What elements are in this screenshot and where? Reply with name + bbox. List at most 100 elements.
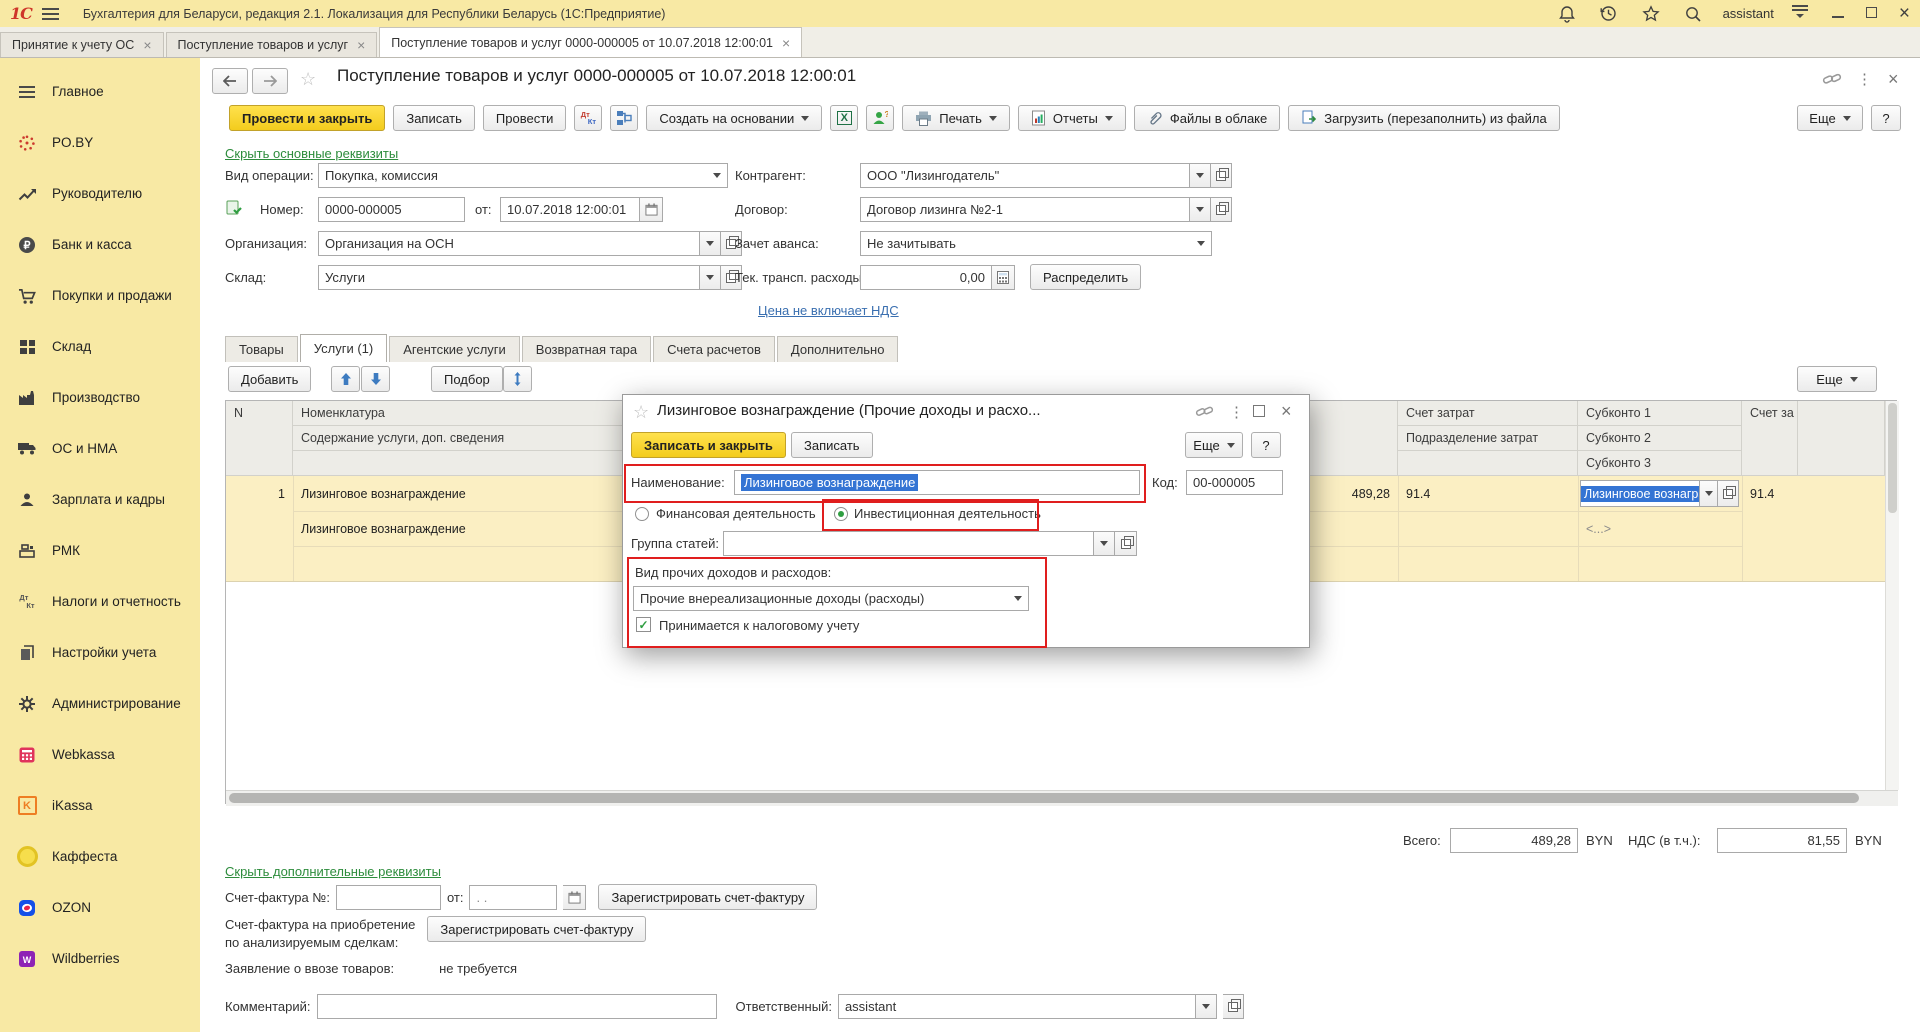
main-menu-icon[interactable] <box>42 8 59 20</box>
dialog-code-field[interactable]: 00-000005 <box>1186 470 1283 495</box>
help-button[interactable]: ? <box>1871 105 1901 131</box>
pick-button[interactable]: Подбор <box>431 366 503 392</box>
minimize-icon[interactable] <box>1832 6 1844 21</box>
date-field[interactable]: 10.07.2018 12:00:01 <box>500 197 640 222</box>
load-from-file-button[interactable]: Загрузить (перезаполнить) из файла <box>1288 105 1559 131</box>
calendar-icon[interactable] <box>640 197 663 222</box>
column-header-account-clipped[interactable]: Счет за <box>1742 401 1798 476</box>
search-icon[interactable] <box>1681 2 1705 26</box>
sidebar-item-kaffesta[interactable]: Каффеста <box>0 831 200 882</box>
column-header-subconto3[interactable]: Субконто 3 <box>1578 451 1742 476</box>
sidebar-item-administration[interactable]: Администрирование <box>0 678 200 729</box>
sidebar-item-wildberries[interactable]: W Wildberries <box>0 933 200 984</box>
dialog-maximize-icon[interactable] <box>1253 405 1265 420</box>
invoice-calendar-icon[interactable] <box>563 885 586 910</box>
column-header-cost-account[interactable]: Счет затрат <box>1398 401 1578 426</box>
sidebar-item-salary-hr[interactable]: Зарплата и кадры <box>0 474 200 525</box>
subconto1-open-icon[interactable] <box>1718 480 1739 507</box>
dialog-close-icon[interactable] <box>1281 402 1292 420</box>
cloud-files-button[interactable]: Файлы в облаке <box>1134 105 1280 131</box>
current-user[interactable]: assistant <box>1723 6 1774 21</box>
tab-goods-receipt-document[interactable]: Поступление товаров и услуг 0000-000005 … <box>379 27 802 57</box>
sidebar-item-production[interactable]: Производство <box>0 372 200 423</box>
tax-accounting-checkbox[interactable] <box>636 617 651 632</box>
cell-amount[interactable]: 489,28 <box>1309 476 1398 511</box>
contractor-field[interactable]: ООО "Лизингодатель" <box>860 163 1190 188</box>
excel-export-button[interactable]: X <box>830 105 858 131</box>
invoice-number-field[interactable] <box>336 885 441 910</box>
table-horizontal-scrollbar[interactable] <box>226 790 1898 806</box>
sidebar-item-accounting-settings[interactable]: Настройки учета <box>0 627 200 678</box>
operation-combo[interactable]: Покупка, комиссия <box>318 163 728 188</box>
hide-additional-requisites-link[interactable]: Скрыть дополнительные реквизиты <box>225 864 441 879</box>
favorite-star-icon[interactable] <box>300 69 316 90</box>
responsible-field[interactable]: assistant <box>838 994 1196 1019</box>
close-tab-icon[interactable] <box>357 37 365 53</box>
dialog-save-button[interactable]: Записать <box>791 432 873 458</box>
financial-activity-radio[interactable] <box>635 507 649 521</box>
advance-offset-combo[interactable]: Не зачитывать <box>860 231 1212 256</box>
price-no-vat-link[interactable]: Цена не включает НДС <box>758 303 899 318</box>
save-button[interactable]: Записать <box>393 105 475 131</box>
table-more-button[interactable]: Еще <box>1797 366 1877 392</box>
cell-account-clipped[interactable]: 91.4 <box>1742 476 1798 511</box>
cell-row-number[interactable]: 1 <box>226 476 293 511</box>
distribute-button[interactable]: Распределить <box>1030 264 1141 290</box>
item-group-open-icon[interactable] <box>1115 531 1137 556</box>
item-group-field[interactable] <box>723 531 1094 556</box>
tab-returnable-packaging[interactable]: Возвратная тара <box>522 336 651 362</box>
sidebar-item-taxes[interactable]: ДтКт Налоги и отчетность <box>0 576 200 627</box>
column-header-cost-division[interactable]: Подразделение затрат <box>1398 426 1578 451</box>
responsible-open-icon[interactable] <box>1223 994 1244 1019</box>
calculator-icon[interactable] <box>992 265 1015 290</box>
expand-rows-button[interactable] <box>503 366 532 392</box>
register-analyzed-invoice-button[interactable]: Зарегистрировать счет-фактуру <box>427 916 646 942</box>
favorites-star-icon[interactable] <box>1639 2 1663 26</box>
tab-goods[interactable]: Товары <box>225 336 298 362</box>
sidebar-item-rmk[interactable]: РМК <box>0 525 200 576</box>
create-on-base-button[interactable]: Создать на основании <box>646 105 822 131</box>
other-income-kind-combo[interactable]: Прочие внереализационные доходы (расходы… <box>633 586 1029 611</box>
subconto1-dropdown-icon[interactable] <box>1700 480 1718 507</box>
post-button[interactable]: Провести <box>483 105 567 131</box>
close-tab-icon[interactable] <box>143 37 151 53</box>
cell-cost-account[interactable]: 91.4 <box>1398 476 1578 511</box>
close-form-icon[interactable] <box>1888 70 1899 88</box>
organization-field[interactable]: Организация на ОСН <box>318 231 700 256</box>
column-header-amount[interactable] <box>1309 401 1398 476</box>
hide-main-requisites-link[interactable]: Скрыть основные реквизиты <box>225 146 398 161</box>
get-link-icon[interactable] <box>1822 70 1842 91</box>
add-row-button[interactable]: Добавить <box>228 366 311 392</box>
reports-button[interactable]: Отчеты <box>1018 105 1126 131</box>
tab-goods-receipt-list[interactable]: Поступление товаров и услуг <box>166 32 378 57</box>
contract-open-icon[interactable] <box>1211 197 1232 222</box>
notifications-bell-icon[interactable] <box>1555 2 1579 26</box>
document-structure-button[interactable] <box>610 105 638 131</box>
sidebar-item-main[interactable]: Главное <box>0 66 200 117</box>
warehouse-field[interactable]: Услуги <box>318 265 700 290</box>
tab-agent-services[interactable]: Агентские услуги <box>389 336 520 362</box>
service-menu-icon[interactable] <box>1792 5 1808 22</box>
close-tab-icon[interactable] <box>782 35 790 51</box>
sidebar-item-ikassa[interactable]: K iKassa <box>0 780 200 831</box>
cell-subconto1-combo[interactable]: Лизинговое вознагражд <box>1580 480 1739 507</box>
dialog-favorite-star-icon[interactable] <box>633 402 649 423</box>
form-more-button[interactable]: Еще <box>1797 105 1863 131</box>
post-and-close-button[interactable]: Провести и закрыть <box>229 105 385 131</box>
dialog-menu-kebab-icon[interactable] <box>1229 403 1244 421</box>
cell-subconto2[interactable]: <...> <box>1578 511 1742 546</box>
contract-field[interactable]: Договор лизинга №2-1 <box>860 197 1190 222</box>
column-header-subconto2[interactable]: Субконто 2 <box>1578 426 1742 451</box>
back-button[interactable] <box>212 68 248 94</box>
contract-dropdown-icon[interactable] <box>1190 197 1211 222</box>
register-invoice-button[interactable]: Зарегистрировать счет-фактуру <box>598 884 817 910</box>
move-up-button[interactable] <box>331 366 360 392</box>
forward-button[interactable] <box>252 68 288 94</box>
print-button[interactable]: Печать <box>902 105 1010 131</box>
contractor-dropdown-icon[interactable] <box>1190 163 1211 188</box>
comment-field[interactable] <box>317 994 717 1019</box>
move-down-button[interactable] <box>361 366 390 392</box>
dialog-save-close-button[interactable]: Записать и закрыть <box>631 432 786 458</box>
tab-additional[interactable]: Дополнительно <box>777 336 899 362</box>
transport-costs-field[interactable]: 0,00 <box>860 265 992 290</box>
